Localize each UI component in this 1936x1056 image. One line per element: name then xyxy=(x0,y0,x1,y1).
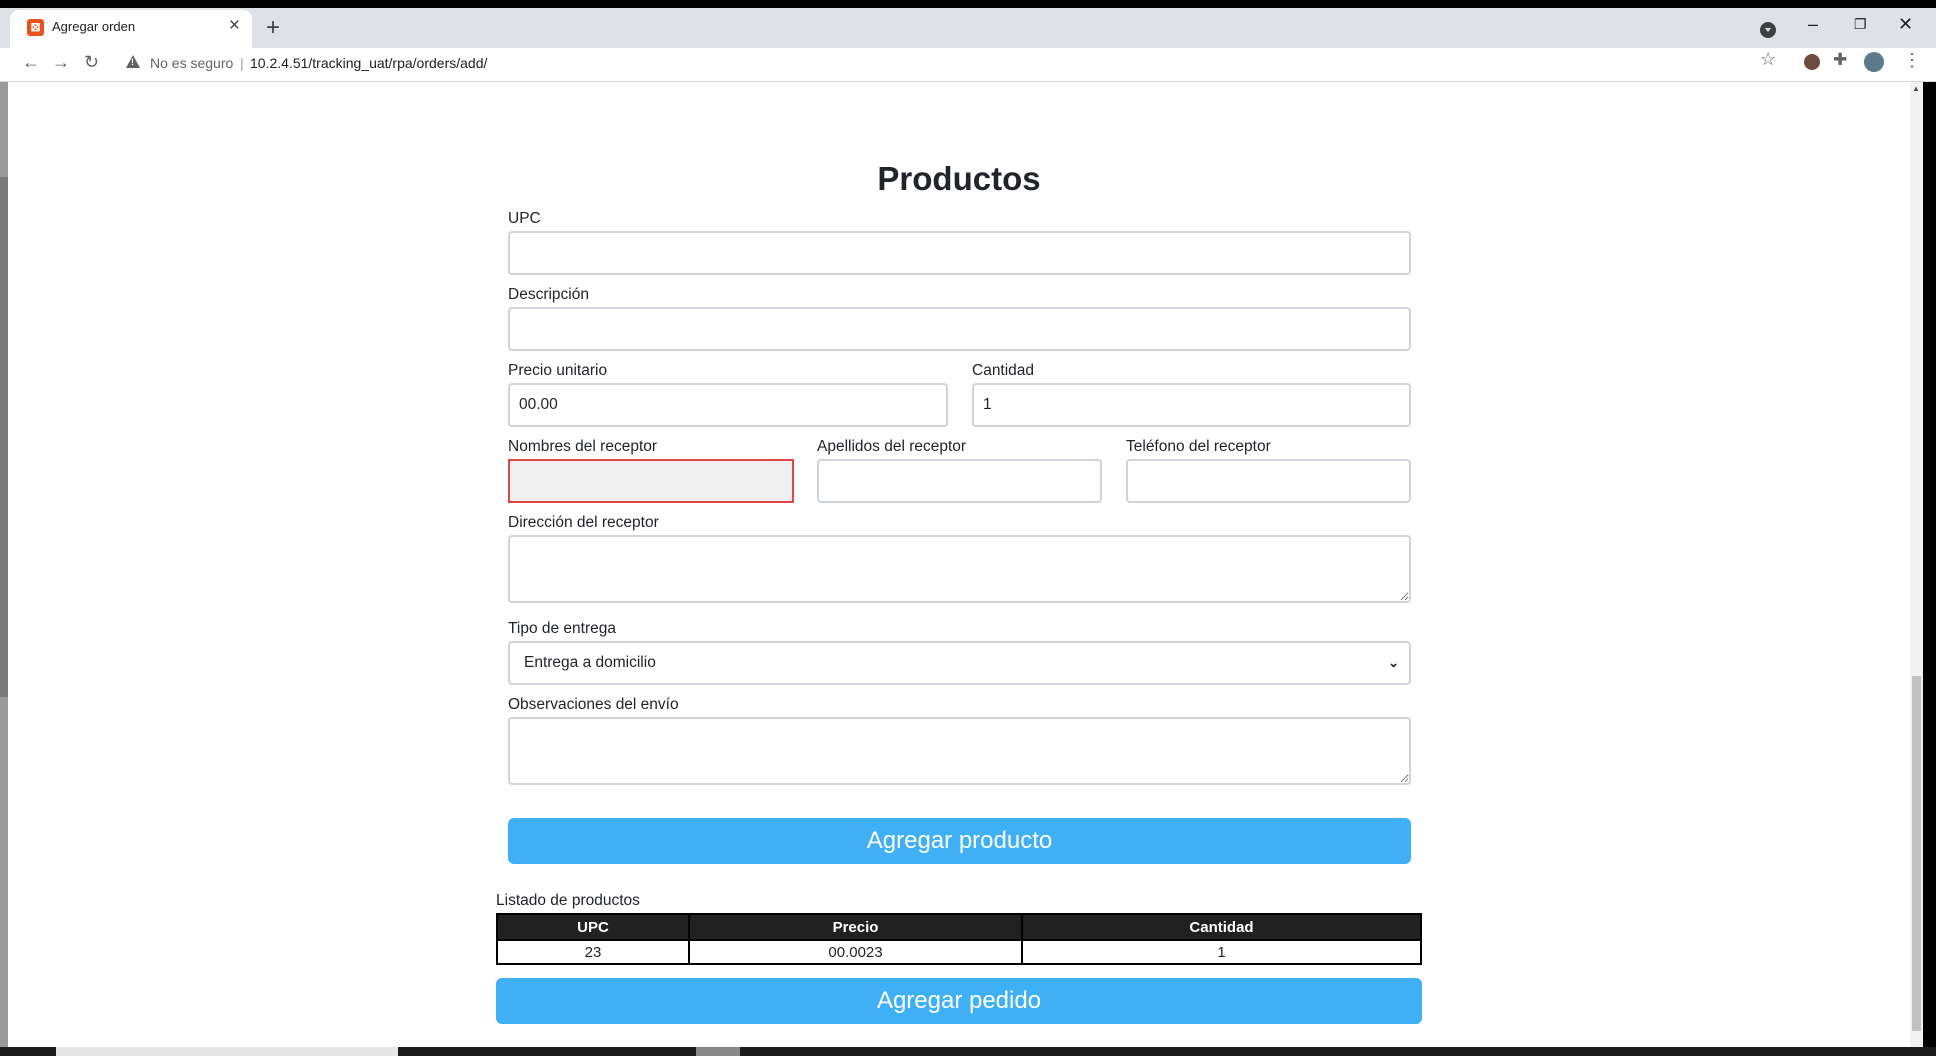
telefono-input[interactable] xyxy=(1126,459,1411,503)
extensions-puzzle-icon[interactable]: ✚ xyxy=(1833,50,1847,70)
apellidos-input[interactable] xyxy=(817,459,1102,503)
add-product-button[interactable]: Agregar producto xyxy=(508,818,1411,864)
url-text[interactable]: 10.2.4.51/tracking_uat/rpa/orders/add/ xyxy=(250,55,487,71)
observaciones-label: Observaciones del envío xyxy=(508,696,679,713)
direccion-label: Dirección del receptor xyxy=(508,514,659,531)
profile-avatar[interactable] xyxy=(1864,52,1884,72)
tipo-entrega-select[interactable]: Entrega a domicilio ⌄ xyxy=(508,641,1411,685)
forward-arrow-icon[interactable]: → xyxy=(52,52,70,73)
close-tab-icon[interactable]: × xyxy=(229,15,240,37)
taskbar-item[interactable] xyxy=(56,1047,398,1056)
direccion-textarea[interactable] xyxy=(508,535,1411,603)
descripcion-input[interactable] xyxy=(508,307,1411,351)
chevron-down-icon: ⌄ xyxy=(1388,655,1399,670)
tab-search-icon[interactable] xyxy=(1760,22,1776,38)
precio-input[interactable] xyxy=(508,383,948,427)
tipo-entrega-value: Entrega a domicilio xyxy=(524,654,656,671)
add-order-button[interactable]: Agregar pedido xyxy=(496,978,1422,1024)
taskbar xyxy=(0,1047,1936,1056)
window-close-icon[interactable]: ✕ xyxy=(1898,14,1913,35)
site-favicon-icon: ⊠ xyxy=(27,19,44,36)
scroll-thumb[interactable] xyxy=(1912,676,1921,1031)
nombres-input[interactable] xyxy=(508,459,794,503)
minimize-icon[interactable]: – xyxy=(1808,14,1818,35)
tab-title: Agregar orden xyxy=(52,19,136,34)
taskbar-item[interactable] xyxy=(696,1047,740,1056)
address-bar[interactable]: No es seguro | 10.2.4.51/tracking_uat/rp… xyxy=(116,51,1760,77)
browser-toolbar: ← → ↻ No es seguro | 10.2.4.51/tracking_… xyxy=(0,48,1936,82)
right-edge xyxy=(1923,82,1936,1056)
nombres-label: Nombres del receptor xyxy=(508,438,658,455)
descripcion-label: Descripción xyxy=(508,286,589,303)
back-arrow-icon[interactable]: ← xyxy=(22,52,40,73)
observaciones-textarea[interactable] xyxy=(508,717,1411,785)
table-header-row: UPC Precio Cantidad xyxy=(496,913,1422,941)
left-edge xyxy=(0,82,8,1047)
reload-icon[interactable]: ↻ xyxy=(84,52,99,73)
tab-bar: ⊠ Agregar orden × + – ❐ ✕ xyxy=(0,0,1936,48)
restore-icon[interactable]: ❐ xyxy=(1854,16,1867,33)
warning-icon xyxy=(126,55,140,68)
page-title: Productos xyxy=(877,160,1041,197)
new-tab-icon[interactable]: + xyxy=(266,14,280,42)
column-header-cantidad: Cantidad xyxy=(1021,913,1422,941)
security-label[interactable]: No es seguro xyxy=(150,55,233,71)
upc-input[interactable] xyxy=(508,231,1411,275)
products-table: UPC Precio Cantidad 23 00.0023 1 xyxy=(496,913,1422,965)
cell-precio: 00.0023 xyxy=(688,939,1023,965)
table-row: 23 00.0023 1 xyxy=(496,939,1422,965)
precio-label: Precio unitario xyxy=(508,362,608,379)
url-separator: | xyxy=(240,55,244,71)
cell-upc: 23 xyxy=(496,939,690,965)
page-scrollbar[interactable]: ▲ xyxy=(1910,82,1923,1047)
product-list-label: Listado de productos xyxy=(496,892,640,909)
extension-icon[interactable] xyxy=(1804,54,1820,70)
browser-tab[interactable]: ⊠ Agregar orden × xyxy=(10,10,252,48)
column-header-upc: UPC xyxy=(496,913,690,941)
apellidos-label: Apellidos del receptor xyxy=(817,438,967,455)
scroll-up-icon[interactable]: ▲ xyxy=(1912,84,1920,93)
more-menu-icon[interactable]: ⋮ xyxy=(1903,50,1921,71)
telefono-label: Teléfono del receptor xyxy=(1126,438,1271,455)
page-viewport: Productos UPC Descripción Precio unitari… xyxy=(8,82,1910,1047)
cantidad-label: Cantidad xyxy=(972,362,1035,379)
cantidad-input[interactable] xyxy=(972,383,1411,427)
bookmark-star-icon[interactable]: ☆ xyxy=(1760,49,1776,70)
column-header-precio: Precio xyxy=(688,913,1023,941)
cell-cantidad: 1 xyxy=(1021,939,1422,965)
upc-label: UPC xyxy=(508,210,541,227)
tipo-entrega-label: Tipo de entrega xyxy=(508,620,617,637)
